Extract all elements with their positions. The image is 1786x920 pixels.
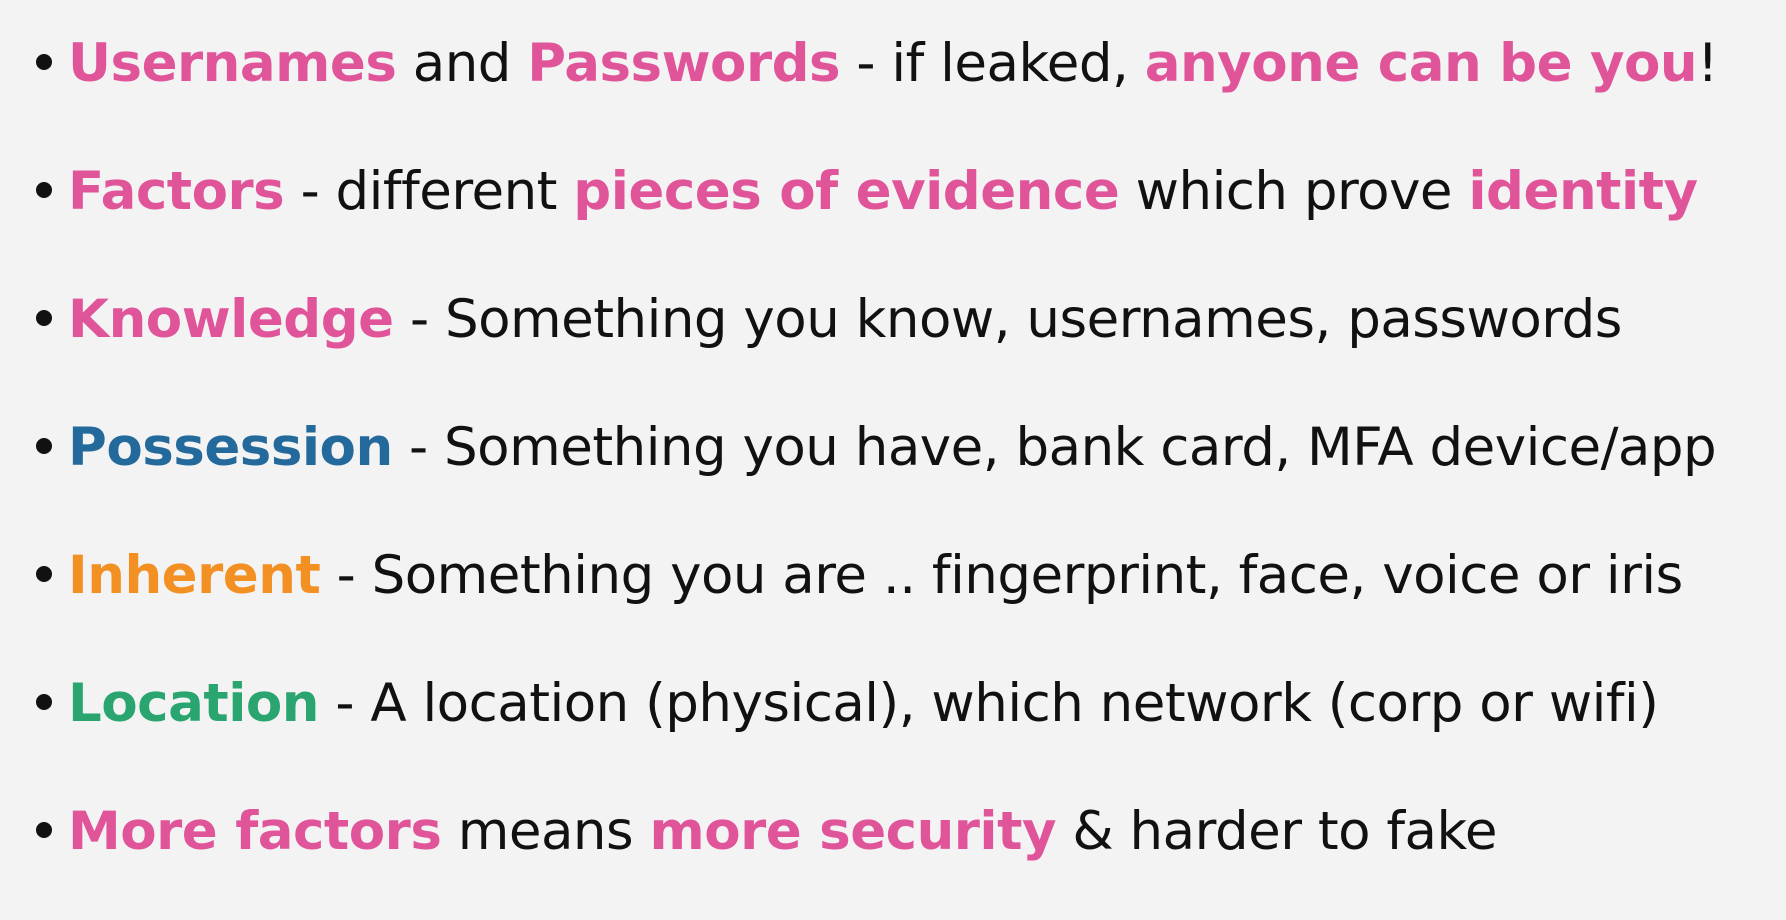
bullet-dot-icon xyxy=(36,54,52,71)
highlight-usernames: Usernames xyxy=(68,33,397,94)
bullet-text: - Something you know, usernames, passwor… xyxy=(393,289,1622,350)
bullet-text: - if leaked, xyxy=(840,33,1145,94)
bullet-dot-icon xyxy=(36,822,52,839)
bullet-item-credentials: Usernames and Passwords - if leaked, any… xyxy=(36,24,1718,152)
bullet-item-more-factors: More factors means more security & harde… xyxy=(36,792,1718,920)
bullet-dot-icon xyxy=(36,310,52,327)
highlight-factors: Factors xyxy=(68,161,285,222)
bullet-item-location: Location - A location (physical), which … xyxy=(36,664,1718,792)
bullet-item-factors: Factors - different pieces of evidence w… xyxy=(36,152,1718,280)
bullet-dot-icon xyxy=(36,182,52,199)
bullet-text: means xyxy=(441,801,650,862)
bullet-dot-icon xyxy=(36,694,52,711)
highlight-location: Location xyxy=(68,673,320,734)
highlight-possession: Possession xyxy=(68,417,393,478)
bullet-text: - different xyxy=(284,161,574,222)
bullet-text: ! xyxy=(1697,33,1718,94)
highlight-inherent: Inherent xyxy=(68,545,321,606)
highlight-passwords: Passwords xyxy=(527,33,841,94)
bullet-list: Usernames and Passwords - if leaked, any… xyxy=(36,24,1718,920)
slide: Usernames and Passwords - if leaked, any… xyxy=(0,0,1786,906)
bullet-text: which prove xyxy=(1119,161,1469,222)
bullet-text: - Something you are .. fingerprint, face… xyxy=(320,545,1684,606)
highlight-pieces-of-evidence: pieces of evidence xyxy=(573,161,1120,222)
bullet-item-inherent: Inherent - Something you are .. fingerpr… xyxy=(36,536,1718,664)
bullet-text: & harder to fake xyxy=(1056,801,1497,862)
bullet-text: and xyxy=(396,33,528,94)
bullet-dot-icon xyxy=(36,566,52,583)
bullet-item-possession: Possession - Something you have, bank ca… xyxy=(36,408,1718,536)
highlight-knowledge: Knowledge xyxy=(68,289,394,350)
highlight-more-factors: More factors xyxy=(68,801,442,862)
bullet-item-knowledge: Knowledge - Something you know, username… xyxy=(36,280,1718,408)
bullet-text: - Something you have, bank card, MFA dev… xyxy=(392,417,1717,478)
bullet-text: - A location (physical), which network (… xyxy=(319,673,1659,734)
highlight-anyone-can-be-you: anyone can be you xyxy=(1144,33,1698,94)
bullet-dot-icon xyxy=(36,438,52,455)
highlight-more-security: more security xyxy=(649,801,1056,862)
highlight-identity: identity xyxy=(1468,161,1698,222)
